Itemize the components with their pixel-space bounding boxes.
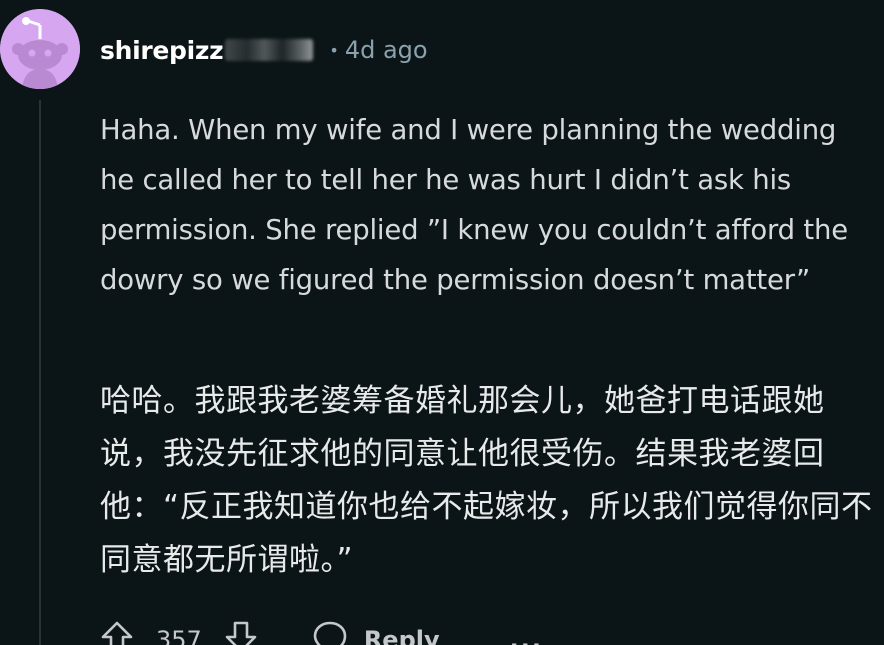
upvote-arrow-icon[interactable] [100,620,134,645]
downvote-arrow-icon[interactable] [224,620,258,645]
comment-body-chinese: 哈哈。我跟我老婆筹备婚礼那会儿，她爸打电话跟她说，我没先征求他的同意让他很受伤。… [100,383,873,578]
comment-body-english: Haha. When my wife and I were planning t… [100,114,848,296]
user-avatar[interactable] [0,9,80,89]
vote-count: 357 [156,626,202,645]
username[interactable]: shirepizz [100,36,224,65]
redacted-username-blur [225,39,314,61]
comment-age[interactable]: 4d ago [345,36,428,64]
speech-bubble-icon [312,620,348,645]
comment-meta: shirepizz • 4d ago [100,30,428,70]
snoo-avatar-icon [0,9,80,89]
comment-actions: 357 Reply ... [100,620,543,645]
meta-separator: • [329,40,339,60]
reply-button[interactable]: Reply [312,620,440,645]
more-options-button[interactable]: ... [510,626,543,645]
thread-line[interactable] [39,100,41,645]
comment: shirepizz • 4d ago Haha. When my wife an… [0,0,884,645]
reply-label: Reply [363,626,440,645]
